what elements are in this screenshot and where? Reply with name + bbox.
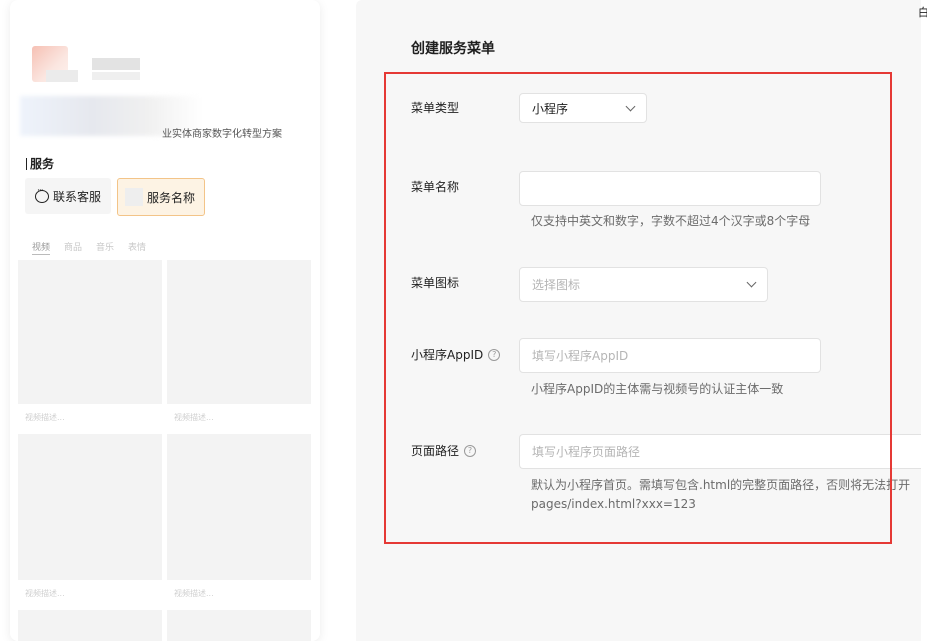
menu-type-value: 小程序 xyxy=(532,101,569,116)
appid-input[interactable]: 填写小程序AppID xyxy=(519,338,821,373)
description-text: 业实体商家数字化转型方案 xyxy=(162,129,282,140)
content-tabs: 视频 商品 音乐 表情 xyxy=(32,240,146,255)
tab-video[interactable]: 视频 xyxy=(32,240,51,255)
name-mosaic xyxy=(92,58,140,70)
page-path-input[interactable]: 填写小程序页面路径 xyxy=(519,434,921,469)
chevron-down-icon xyxy=(746,277,757,288)
channel-preview: 业实体商家数字化转型方案 服务 联系客服 服务名称 视频 商品 音乐 表情 视频… xyxy=(10,0,320,641)
name-mosaic-secondary xyxy=(92,72,140,80)
page-path-label-row: 页面路径 ? xyxy=(411,442,477,459)
contact-service-button[interactable]: 联系客服 xyxy=(25,178,111,214)
menu-icon-label: 菜单图标 xyxy=(411,276,460,290)
contact-service-label: 联系客服 xyxy=(52,189,101,204)
help-icon[interactable]: ? xyxy=(464,444,477,457)
service-section-title: 服务 xyxy=(26,155,54,172)
video-caption: 视频描述... xyxy=(167,404,311,430)
appid-placeholder: 填写小程序AppID xyxy=(532,349,629,363)
service-name-label: 服务名称 xyxy=(147,190,196,205)
appid-label: 小程序AppID xyxy=(411,348,484,362)
service-icon-placeholder xyxy=(125,188,143,206)
video-caption: 视频描述... xyxy=(18,404,162,430)
video-card[interactable]: 视频描述... xyxy=(18,260,162,430)
menu-type-label: 菜单类型 xyxy=(411,101,460,115)
video-card[interactable] xyxy=(18,610,162,641)
avatar-mosaic xyxy=(46,70,78,82)
chevron-down-icon xyxy=(625,101,636,111)
tab-stickers[interactable]: 表情 xyxy=(128,240,146,255)
chat-bubble-icon xyxy=(34,186,49,203)
video-card[interactable]: 视频描述... xyxy=(167,260,311,430)
section-title-label: 服务 xyxy=(30,157,55,171)
page-path-hint-line2: pages/index.html?xxx=123 xyxy=(531,497,696,511)
page-path-hint-line1: 默认为小程序首页。需填写包含.html的完整页面路径，否则将无法打开 xyxy=(531,478,911,492)
edge-strip xyxy=(921,0,927,641)
edge-text: 白 xyxy=(918,6,927,19)
menu-type-select[interactable]: 小程序 xyxy=(519,93,647,123)
appid-label-row: 小程序AppID ? xyxy=(411,346,501,363)
help-icon[interactable]: ? xyxy=(488,348,501,361)
app-root: 业实体商家数字化转型方案 服务 联系客服 服务名称 视频 商品 音乐 表情 视频… xyxy=(0,0,927,641)
video-card[interactable]: 视频描述... xyxy=(18,434,162,606)
video-card[interactable]: 视频描述... xyxy=(167,434,311,606)
page-title: 创建服务菜单 xyxy=(411,41,495,57)
tab-products[interactable]: 商品 xyxy=(64,240,82,255)
appid-hint: 小程序AppID的主体需与视频号的认证主体一致 xyxy=(531,382,784,396)
section-bar xyxy=(26,157,27,170)
menu-icon-select[interactable]: 选择图标 xyxy=(519,267,768,302)
page-path-placeholder: 填写小程序页面路径 xyxy=(532,445,641,459)
menu-icon-placeholder: 选择图标 xyxy=(532,278,581,292)
tab-music[interactable]: 音乐 xyxy=(96,240,114,255)
video-caption: 视频描述... xyxy=(167,580,311,606)
menu-name-hint: 仅支持中英文和数字，字数不超过4个汉字或8个字母 xyxy=(531,214,811,228)
menu-name-label: 菜单名称 xyxy=(411,180,460,194)
video-caption: 视频描述... xyxy=(18,580,162,606)
video-card[interactable] xyxy=(167,610,311,641)
menu-name-input[interactable] xyxy=(519,171,821,206)
page-path-label: 页面路径 xyxy=(411,444,460,458)
service-name-button[interactable]: 服务名称 xyxy=(117,178,205,216)
